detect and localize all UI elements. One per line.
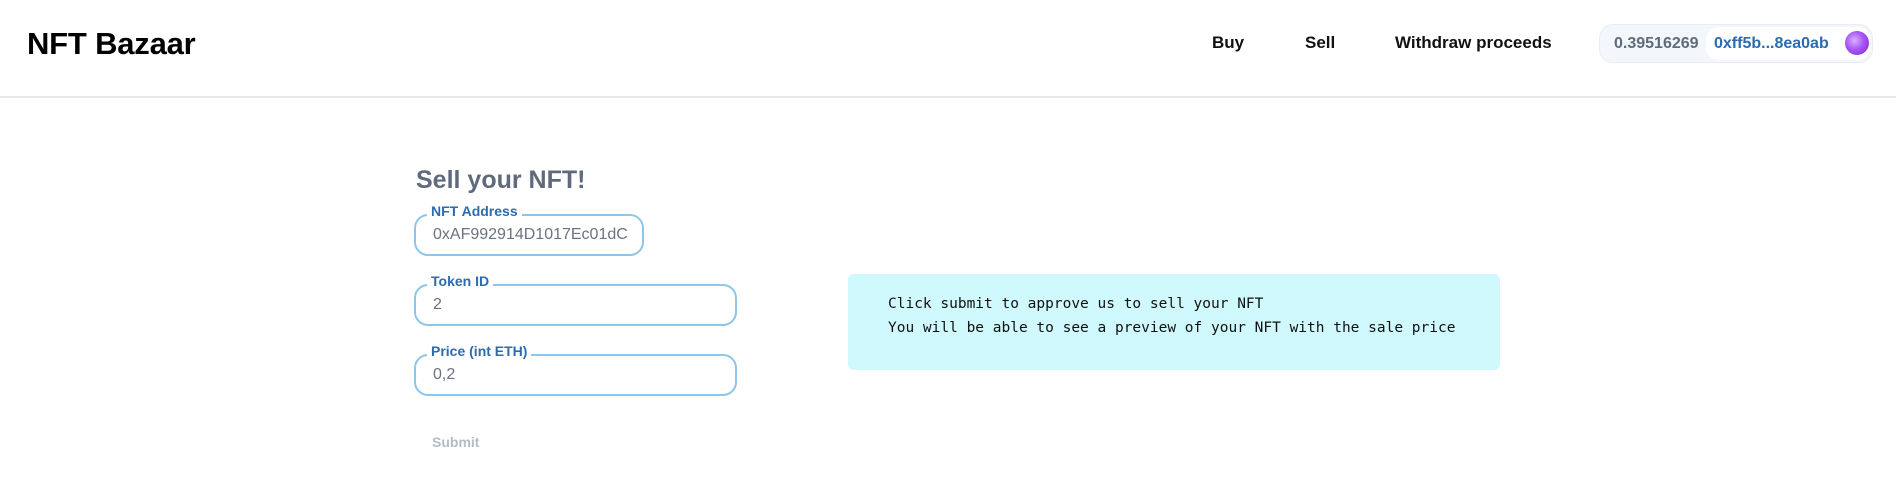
nft-address-input[interactable]: NFT Address 0xAF992914D1017Ec01dC xyxy=(414,203,644,256)
info-line-2: You will be able to see a preview of you… xyxy=(888,320,1456,336)
wallet-account-box[interactable]: 0xff5b...8ea0ab xyxy=(1706,27,1870,60)
info-banner: Click submit to approve us to sell your … xyxy=(848,274,1500,370)
site-logo[interactable]: NFT Bazaar xyxy=(27,26,196,62)
avatar-icon xyxy=(1845,31,1869,55)
nav-buy[interactable]: Buy xyxy=(1212,33,1244,53)
token-id-label: Token ID xyxy=(427,273,494,289)
nft-address-value: 0xAF992914D1017Ec01dC xyxy=(433,226,628,243)
price-value: 0,2 xyxy=(433,366,456,383)
nft-address-label: NFT Address xyxy=(427,203,522,219)
price-input[interactable]: Price (int ETH) 0,2 xyxy=(414,343,737,396)
token-id-value: 2 xyxy=(433,296,442,313)
top-navbar: NFT Bazaar Buy Sell Withdraw proceeds 0.… xyxy=(0,0,1896,98)
price-label: Price (int ETH) xyxy=(427,343,532,359)
nav-withdraw-proceeds[interactable]: Withdraw proceeds xyxy=(1395,33,1552,53)
wallet-connect-button[interactable]: 0.39516269 0xff5b...8ea0ab xyxy=(1599,24,1873,63)
wallet-address: 0xff5b...8ea0ab xyxy=(1714,35,1829,52)
submit-button[interactable]: Submit xyxy=(432,434,479,450)
info-line-1: Click submit to approve us to sell your … xyxy=(888,296,1264,312)
nav-sell[interactable]: Sell xyxy=(1305,33,1335,53)
form-title: Sell your NFT! xyxy=(416,166,586,194)
wallet-balance: 0.39516269 xyxy=(1614,35,1699,52)
token-id-input[interactable]: Token ID 2 xyxy=(414,273,737,326)
